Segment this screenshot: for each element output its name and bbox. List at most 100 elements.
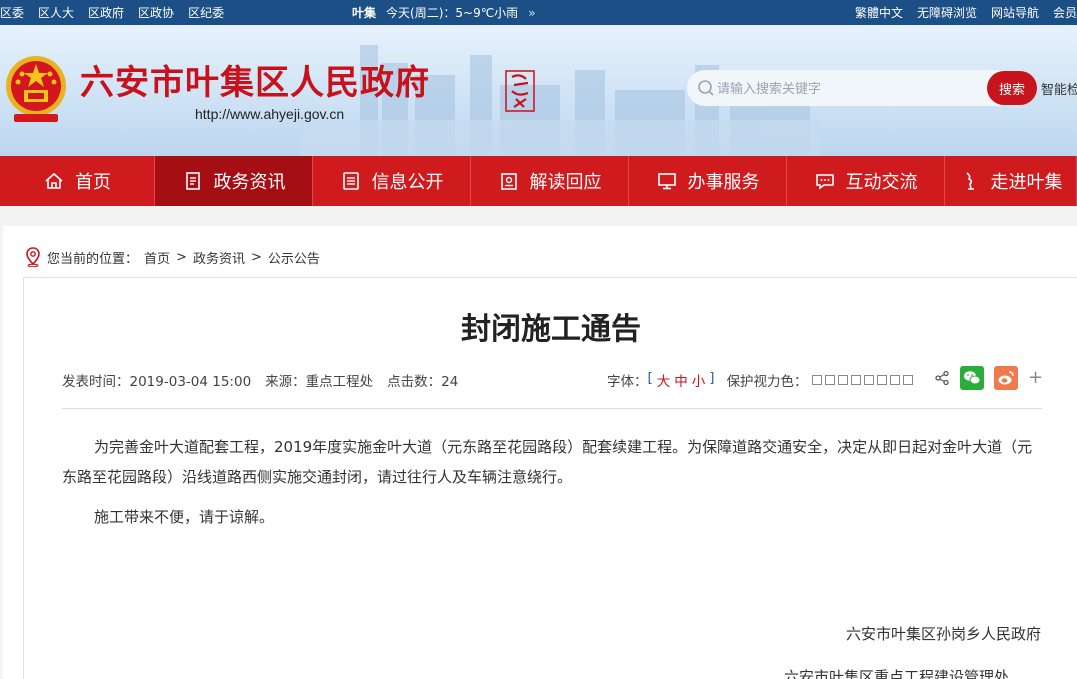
header-banner: 六安市叶集区人民政府 http://www.ahyeji.gov.cn 搜索 智… — [0, 25, 1077, 156]
eye-color-option[interactable] — [902, 375, 913, 385]
weibo-icon — [998, 371, 1014, 385]
nav-item-label: 互动交流 — [845, 172, 918, 193]
font-size-label: 字体： — [607, 374, 648, 390]
article-body: 为完善金叶大道配套工程，2019年度实施金叶大道（元东路至花园路段）配套续建工程… — [62, 432, 1046, 542]
wechat-icon — [964, 371, 981, 385]
list-icon — [342, 172, 359, 190]
click-count-label: 点击数： — [387, 374, 442, 390]
breadcrumb-home[interactable]: 首页 — [144, 248, 170, 267]
share-tools: + — [934, 366, 1043, 390]
wechat-share-icon[interactable] — [960, 366, 984, 390]
main-nav: 首页 政务资讯 信息公开 解读回应 办事服务 互动交流 走进叶集 — [0, 156, 1077, 206]
top-bar: 区委 区人大 区政府 区政协 区纪委 叶集 今天(周二)：5~9℃小雨 » 繁體… — [0, 0, 1077, 25]
publish-time: 发表时间：2019-03-04 15:00 — [62, 370, 251, 390]
nav-item-label: 信息公开 — [371, 172, 444, 193]
eye-color-option[interactable] — [824, 375, 835, 385]
article-title: 封闭施工通告 — [461, 312, 641, 347]
badge-icon — [500, 173, 517, 190]
reading-tools: 字体： [ 大 中 小 ] 保护视力色： — [607, 370, 913, 390]
eye-color-options — [811, 375, 913, 385]
nav-item-services[interactable]: 办事服务 — [629, 156, 787, 206]
nav-item-label: 办事服务 — [687, 172, 760, 193]
search-button[interactable]: 搜索 — [987, 71, 1037, 105]
weibo-share-icon[interactable] — [994, 366, 1018, 390]
eye-color-option[interactable] — [811, 375, 822, 385]
main-content: 您当前的位置： 首页 > 政务资讯 > 公示公告 封闭施工通告 发表时间：201… — [3, 226, 1077, 679]
signature-township-government: 六安市叶集区孙岗乡人民政府 — [845, 625, 1041, 643]
nav-item-label: 解读回应 — [529, 172, 602, 193]
breadcrumb-separator: > — [250, 249, 262, 265]
font-size-large[interactable]: 大 — [657, 370, 671, 390]
top-right-links: 繁體中文 无障碍浏览 网站导航 会员 — [855, 0, 1077, 25]
site-url: http://www.ahyeji.gov.cn — [195, 106, 345, 122]
breadcrumb-prefix: 您当前的位置： — [47, 251, 139, 267]
source-value: 重点工程处 — [305, 374, 374, 390]
article-card: 封闭施工通告 发表时间：2019-03-04 15:00 来源：重点工程处 点击… — [23, 277, 1077, 679]
figure-icon — [965, 172, 974, 190]
eye-color-option[interactable] — [876, 375, 887, 385]
signature-key-project-office: 六安市叶集区重点工程建设管理处 — [783, 668, 1009, 679]
font-size-control: [ 大 中 小 ] — [648, 370, 715, 390]
breadcrumb: 您当前的位置： 首页 > 政务资讯 > 公示公告 — [25, 246, 320, 268]
nav-item-label: 政务资讯 — [213, 172, 286, 193]
chat-icon — [815, 174, 834, 190]
site-title: 六安市叶集区人民政府 — [80, 63, 430, 103]
nav-item-interpretation-response[interactable]: 解读回应 — [471, 156, 629, 206]
nav-item-label: 首页 — [75, 172, 111, 193]
traditional-chinese-link[interactable]: 繁體中文 — [855, 4, 903, 21]
top-link-district-discipline[interactable]: 区纪委 — [188, 4, 224, 21]
nav-item-label: 走进叶集 — [990, 172, 1063, 193]
top-link-district-committee[interactable]: 区委 — [0, 4, 24, 21]
weather-city: 叶集 — [352, 6, 377, 20]
top-links: 区委 区人大 区政府 区政协 区纪委 — [0, 0, 224, 25]
article-paragraph: 施工带来不便，请于谅解。 — [94, 508, 275, 526]
eye-color-option[interactable] — [889, 375, 900, 385]
top-link-district-government[interactable]: 区政府 — [88, 4, 124, 21]
eye-color-option[interactable] — [863, 375, 874, 385]
article-meta: 发表时间：2019-03-04 15:00 来源：重点工程处 点击数：24 — [62, 370, 458, 390]
eye-color-option[interactable] — [837, 375, 848, 385]
nav-item-government-news[interactable]: 政务资讯 — [155, 156, 313, 206]
top-link-district-cppcc[interactable]: 区政协 — [138, 4, 174, 21]
share-icon[interactable] — [934, 370, 950, 386]
top-link-district-congress[interactable]: 区人大 — [38, 4, 74, 21]
article-paragraph: 为完善金叶大道配套工程，2019年度实施金叶大道（元东路至花园路段）配套续建工程… — [62, 438, 1033, 486]
smart-search-link[interactable]: 智能检 — [1041, 79, 1077, 98]
search-icon — [698, 80, 714, 96]
monitor-icon — [657, 173, 676, 190]
double-chevron-right-icon[interactable]: » — [528, 6, 535, 20]
location-pin-icon — [26, 247, 40, 267]
document-icon — [185, 172, 200, 190]
source-label: 来源： — [265, 374, 306, 390]
nav-item-information-disclosure[interactable]: 信息公开 — [313, 156, 471, 206]
search-box: 搜索 — [687, 70, 1037, 106]
seal-logo-icon — [505, 70, 535, 112]
font-size-small[interactable]: 小 — [692, 370, 706, 390]
bracket-close: ] — [709, 370, 715, 386]
accessibility-link[interactable]: 无障碍浏览 — [917, 4, 977, 21]
weather-text: 今天(周二)：5~9℃小雨 — [386, 6, 519, 20]
click-count: 点击数：24 — [387, 370, 458, 390]
nav-item-about-yeji[interactable]: 走进叶集 — [945, 156, 1077, 206]
publish-time-label: 发表时间： — [62, 374, 130, 390]
breadcrumb-separator: > — [176, 249, 187, 265]
eye-color-option[interactable] — [850, 375, 861, 385]
national-emblem-icon — [6, 56, 66, 122]
bracket-open: [ — [647, 370, 653, 386]
source: 来源：重点工程处 — [265, 370, 373, 390]
more-share-icon[interactable]: + — [1028, 369, 1043, 387]
weather-info: 叶集 今天(周二)：5~9℃小雨 » — [352, 0, 536, 25]
site-navigation-link[interactable]: 网站导航 — [991, 4, 1039, 21]
eye-color-label: 保护视力色： — [726, 374, 808, 390]
breadcrumb-government-news[interactable]: 政务资讯 — [193, 248, 245, 267]
search-input[interactable] — [687, 70, 1017, 106]
member-link[interactable]: 会员 — [1053, 4, 1077, 21]
breadcrumb-announcements[interactable]: 公示公告 — [268, 248, 320, 267]
click-count-value: 24 — [441, 374, 459, 390]
meta-divider — [62, 408, 1042, 409]
publish-time-value: 2019-03-04 15:00 — [129, 374, 252, 390]
nav-item-interaction[interactable]: 互动交流 — [787, 156, 945, 206]
nav-item-home[interactable]: 首页 — [0, 156, 155, 206]
home-icon — [45, 172, 63, 189]
font-size-medium[interactable]: 中 — [674, 370, 688, 390]
